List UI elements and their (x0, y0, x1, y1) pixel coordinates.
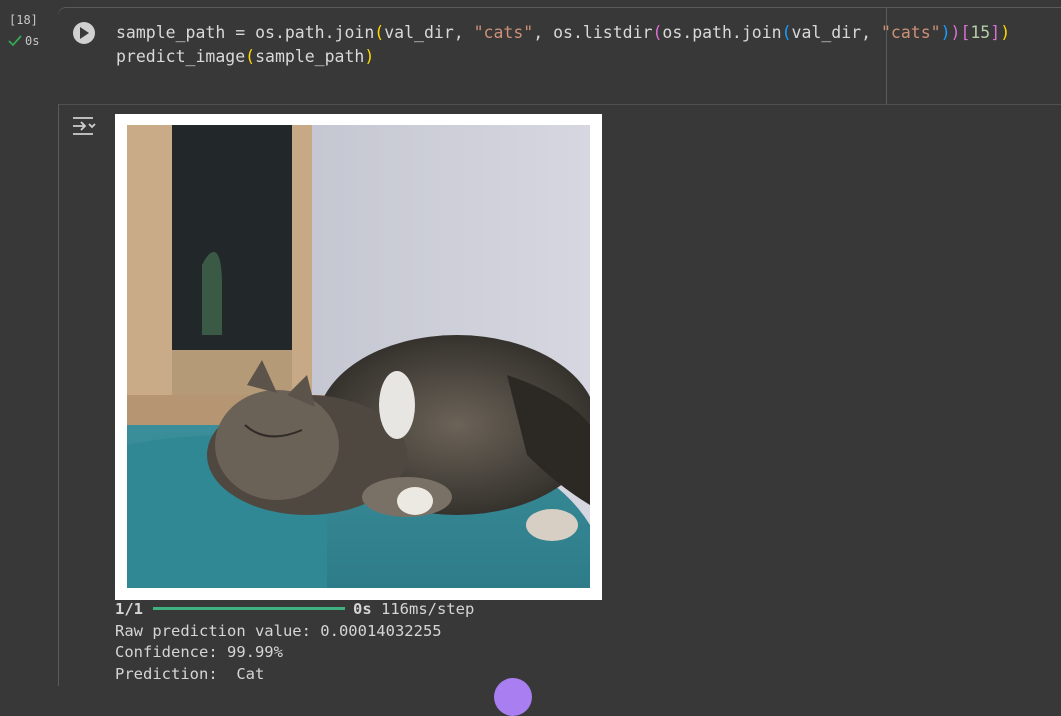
execution-status: 0s (8, 34, 39, 48)
progress-step: 1/1 (115, 600, 143, 618)
prediction-line: Prediction: Cat (115, 664, 265, 683)
output-toggle-button[interactable] (71, 114, 97, 138)
code-text[interactable]: sample_path = os.path.join(val_dir, "cat… (116, 21, 1010, 69)
cat-photo (127, 125, 590, 588)
check-icon (8, 35, 22, 47)
progress-rate: 116ms/step (381, 600, 475, 618)
execution-count: [18] (9, 13, 38, 27)
code-line-1: sample_path = os.path.join(val_dir, "cat… (116, 23, 1011, 42)
raw-prediction-line: Raw prediction value: 0.00014032255 (115, 621, 442, 640)
output-divider (59, 104, 1061, 105)
assistant-bubble[interactable] (494, 678, 532, 716)
progress-time: 0s (353, 600, 372, 618)
code-line-2: predict_image(sample_path) (116, 47, 375, 66)
execution-time: 0s (25, 34, 40, 48)
output-image (115, 114, 602, 600)
output-text: 1/1 0s 116ms/step Raw prediction value: 0… (115, 599, 474, 685)
cell-gutter (0, 0, 56, 685)
run-icon (80, 27, 89, 39)
run-cell-button[interactable] (73, 22, 95, 44)
confidence-line: Confidence: 99.99% (115, 643, 283, 661)
output-toggle-icon (73, 117, 96, 135)
progress-bar (153, 606, 345, 610)
